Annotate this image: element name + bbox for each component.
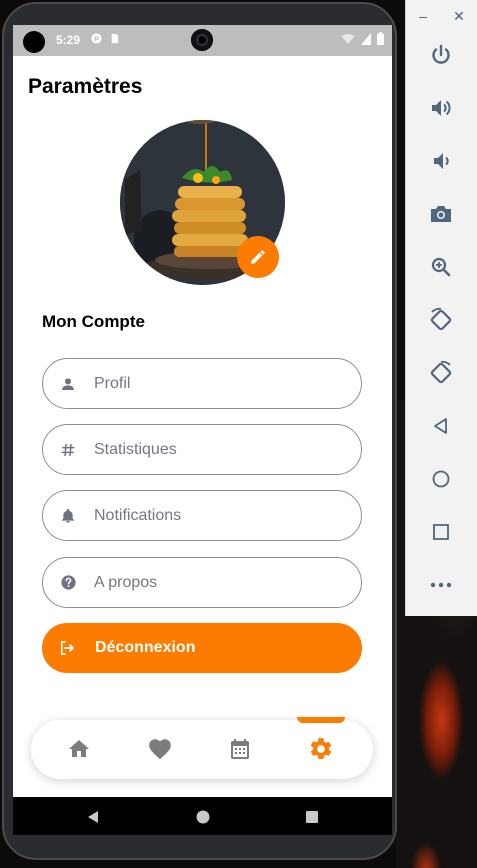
overview-button[interactable] [424, 515, 458, 549]
profile-label: Profil [94, 374, 131, 392]
volume-down-icon [434, 153, 449, 169]
account-section-title: Mon Compte [42, 312, 145, 331]
app-notification-icon: P [91, 33, 102, 44]
notifications-label: Notifications [94, 506, 182, 524]
power-icon [432, 44, 450, 64]
app-screen: 5:29 P Paramètres Mon Compte Profil Stat… [13, 25, 392, 835]
rotate-left-button[interactable] [424, 303, 458, 337]
volume-up-icon [432, 100, 451, 116]
zoom-icon [431, 257, 451, 277]
rotate-left-icon [430, 307, 452, 331]
emulator-toolbar: – ✕ [405, 0, 477, 616]
bell-icon [59, 507, 77, 525]
battery-icon [377, 32, 384, 45]
system-navigation-bar [13, 797, 392, 835]
pencil-icon [251, 250, 265, 264]
screenshot-button[interactable] [424, 197, 458, 231]
logout-button[interactable]: Déconnexion [42, 623, 362, 673]
gear-icon [310, 738, 332, 759]
more-icon [430, 582, 452, 588]
nav-calendar-button[interactable] [226, 735, 254, 763]
signal-icon [361, 32, 371, 45]
about-button[interactable]: A propos [42, 557, 362, 608]
volume-up-button[interactable] [424, 91, 458, 125]
help-icon [59, 574, 77, 592]
about-label: A propos [94, 573, 158, 591]
edit-avatar-button[interactable] [237, 236, 279, 278]
home-button[interactable] [424, 462, 458, 496]
nav-home-button[interactable] [65, 735, 93, 763]
calendar-icon [231, 739, 249, 759]
nav-favorites-button[interactable] [146, 735, 174, 763]
bottom-navigation [31, 717, 373, 779]
person-icon [59, 375, 77, 393]
back-button[interactable] [424, 409, 458, 443]
zoom-button[interactable] [424, 250, 458, 284]
status-time: 5:29 [56, 33, 81, 47]
nav-settings-button[interactable] [307, 735, 335, 763]
status-bar: 5:29 P [13, 25, 392, 56]
more-button[interactable] [424, 568, 458, 602]
heart-icon [149, 739, 171, 760]
volume-down-button[interactable] [424, 144, 458, 178]
logout-label: Déconnexion [95, 639, 196, 656]
wifi-icon [341, 33, 355, 44]
close-button[interactable]: ✕ [453, 8, 465, 25]
statistics-button[interactable]: Statistiques [42, 424, 362, 475]
notifications-button[interactable]: Notifications [42, 490, 362, 541]
circle-home-icon [432, 470, 450, 488]
power-button[interactable] [424, 38, 458, 72]
home-icon [69, 740, 89, 757]
camera-icon [431, 206, 451, 222]
home-circle-icon[interactable] [195, 809, 211, 825]
recents-icon[interactable] [304, 809, 320, 825]
logout-icon [58, 639, 76, 657]
statistics-label: Statistiques [94, 440, 177, 458]
status-icons [341, 32, 384, 45]
rotate-right-icon [430, 360, 452, 384]
svg-text:P: P [94, 34, 99, 43]
hash-icon [59, 441, 77, 459]
phone-frame: 5:29 P Paramètres Mon Compte Profil Stat… [2, 2, 397, 860]
triangle-back-icon [434, 418, 447, 434]
active-tab-indicator [297, 717, 345, 723]
square-overview-icon [433, 524, 449, 540]
rotate-right-button[interactable] [424, 356, 458, 390]
window-controls: – ✕ [406, 8, 477, 25]
sd-card-icon [111, 33, 119, 44]
back-icon[interactable] [85, 809, 101, 825]
page-title: Paramètres [28, 75, 143, 98]
front-camera [191, 29, 213, 51]
minimize-button[interactable]: – [419, 8, 427, 25]
camera-cutout [23, 31, 45, 53]
profile-button[interactable]: Profil [42, 358, 362, 409]
